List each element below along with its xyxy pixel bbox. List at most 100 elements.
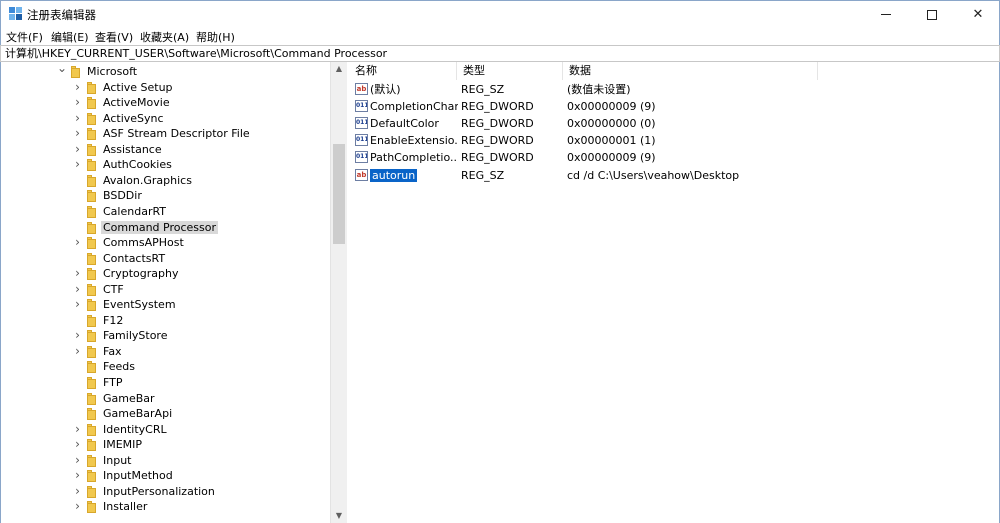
menu-edit[interactable]: 编辑(E) xyxy=(51,29,89,45)
tree-scrollbar[interactable]: ▲ ▼ xyxy=(330,62,347,523)
expand-chevron-icon[interactable]: › xyxy=(73,469,82,481)
tree-item[interactable]: › IdentityCRL xyxy=(1,422,331,438)
tree-item[interactable]: FTP xyxy=(1,375,331,391)
tree-item-label: Command Processor xyxy=(101,220,219,234)
tree-item[interactable]: ContactsRT xyxy=(1,251,331,267)
value-row[interactable]: ab autorun REG_SZ cd /d C:\Users\veahow\Des… xyxy=(349,167,999,184)
value-name: DefaultColor xyxy=(370,117,439,131)
expand-chevron-icon[interactable]: › xyxy=(73,81,82,93)
value-data: 0x00000009 (9) xyxy=(567,151,656,165)
value-row[interactable]: 011 EnableExtensio... REG_DWORD 0x00000001 … xyxy=(349,132,999,149)
tree-item-label: Fax xyxy=(103,344,122,358)
tree-item[interactable]: › ActiveSync xyxy=(1,111,331,127)
expand-chevron-icon[interactable]: › xyxy=(73,127,82,139)
expand-chevron-icon[interactable]: › xyxy=(73,485,82,497)
expand-chevron-icon[interactable]: › xyxy=(73,96,82,108)
value-row[interactable]: ab (默认) REG_SZ (数值未设置) xyxy=(349,81,999,98)
tree-item[interactable]: Avalon.Graphics xyxy=(1,173,331,189)
tree-item[interactable]: › EventSystem xyxy=(1,297,331,313)
value-data: cd /d C:\Users\veahow\Desktop xyxy=(567,168,740,182)
scroll-thumb[interactable] xyxy=(333,144,345,244)
tree-item-label: EventSystem xyxy=(103,298,176,312)
expand-chevron-icon[interactable]: › xyxy=(73,345,82,357)
menu-file[interactable]: 文件(F) xyxy=(6,29,43,45)
folder-icon xyxy=(87,237,98,250)
tree-item-label: ContactsRT xyxy=(103,251,166,265)
folder-icon xyxy=(87,205,98,218)
tree-item-label: Assistance xyxy=(103,142,162,156)
value-name: PathCompletio... xyxy=(370,151,458,165)
folder-icon xyxy=(87,159,98,172)
folder-icon xyxy=(71,66,82,78)
expand-chevron-icon[interactable]: › xyxy=(73,112,82,124)
expand-chevron-icon[interactable]: › xyxy=(73,236,82,248)
value-type: REG_DWORD xyxy=(461,117,534,131)
minimize-button[interactable] xyxy=(863,1,909,28)
expand-chevron-icon[interactable]: › xyxy=(73,329,82,341)
expand-chevron-icon[interactable]: › xyxy=(73,454,82,466)
tree-item[interactable]: CalendarRT xyxy=(1,204,331,220)
menu-view[interactable]: 查看(V) xyxy=(95,29,133,45)
tree-item[interactable]: › ASF Stream Descriptor File xyxy=(1,126,331,142)
value-row[interactable]: 011 CompletionChar REG_DWORD 0x00000009 (9) xyxy=(349,98,999,115)
tree-item-label: Input xyxy=(103,453,132,467)
expand-chevron-icon[interactable]: › xyxy=(73,158,82,170)
expand-chevron-icon[interactable]: › xyxy=(73,500,82,512)
tree-item[interactable]: › CTF xyxy=(1,282,331,298)
tree-item[interactable]: GameBarApi xyxy=(1,406,331,422)
menu-favorites[interactable]: 收藏夹(A) xyxy=(140,29,189,45)
column-header-type[interactable]: 类型 xyxy=(457,62,563,80)
tree-item-microsoft[interactable]: ⌄ Microsoft xyxy=(1,62,331,80)
tree-item-label: FamilyStore xyxy=(103,329,168,343)
expand-chevron-icon[interactable]: › xyxy=(73,267,82,279)
folder-icon xyxy=(87,81,98,94)
menu-help[interactable]: 帮助(H) xyxy=(196,29,235,45)
tree-item[interactable]: › FamilyStore xyxy=(1,328,331,344)
tree-item[interactable]: › Active Setup xyxy=(1,80,331,96)
expand-chevron-icon[interactable]: › xyxy=(73,283,82,295)
maximize-button[interactable] xyxy=(909,1,955,28)
tree-item[interactable]: › InputPersonalization xyxy=(1,484,331,500)
tree-item[interactable]: GameBar xyxy=(1,391,331,407)
folder-icon xyxy=(87,97,98,110)
tree-item[interactable]: F12 xyxy=(1,313,331,329)
scroll-down-icon[interactable]: ▼ xyxy=(331,509,347,523)
window-title: 注册表编辑器 xyxy=(27,8,96,22)
collapse-chevron-icon[interactable]: ⌄ xyxy=(57,62,67,74)
expand-chevron-icon[interactable]: › xyxy=(73,438,82,450)
folder-icon xyxy=(87,361,98,374)
folder-icon xyxy=(87,470,98,483)
expand-chevron-icon[interactable]: › xyxy=(73,298,82,310)
tree-item[interactable]: BSDDir xyxy=(1,188,331,204)
tree-item[interactable]: › Input xyxy=(1,453,331,469)
tree-item-label: Cryptography xyxy=(103,267,179,281)
tree-item-label: GameBarApi xyxy=(103,407,173,421)
tree-item[interactable]: › Assistance xyxy=(1,142,331,158)
value-row[interactable]: 011 DefaultColor REG_DWORD 0x00000000 (0) xyxy=(349,115,999,132)
tree-item[interactable]: Command Processor xyxy=(1,220,331,236)
tree-item[interactable]: › CommsAPHost xyxy=(1,235,331,251)
close-button[interactable]: ✕ xyxy=(955,1,1000,28)
string-value-icon: ab xyxy=(355,168,368,181)
tree-item[interactable]: › AuthCookies xyxy=(1,157,331,173)
tree-item[interactable]: › InputMethod xyxy=(1,468,331,484)
tree-item[interactable]: › Cryptography xyxy=(1,266,331,282)
expand-chevron-icon[interactable]: › xyxy=(73,423,82,435)
tree-item-label: Active Setup xyxy=(103,80,173,94)
value-row[interactable]: 011 PathCompletio... REG_DWORD 0x00000009 (… xyxy=(349,149,999,166)
scroll-up-icon[interactable]: ▲ xyxy=(331,62,347,76)
folder-icon xyxy=(87,299,98,312)
value-type: REG_DWORD xyxy=(461,151,534,165)
string-value-icon: ab xyxy=(355,83,368,95)
column-header-data[interactable]: 数据 xyxy=(563,62,818,80)
tree-item[interactable]: › Fax xyxy=(1,344,331,360)
tree-item[interactable]: › IMEMIP xyxy=(1,437,331,453)
expand-chevron-icon[interactable]: › xyxy=(73,143,82,155)
column-header-name[interactable]: 名称 xyxy=(349,62,457,80)
address-bar[interactable]: 计算机\HKEY_CURRENT_USER\Software\Microsoft… xyxy=(0,45,1000,62)
tree-item[interactable]: › ActiveMovie xyxy=(1,95,331,111)
tree-item-label: CTF xyxy=(103,282,124,296)
tree-item[interactable]: › Installer xyxy=(1,499,331,515)
tree-item-label: Avalon.Graphics xyxy=(103,173,192,187)
tree-item[interactable]: Feeds xyxy=(1,359,331,375)
